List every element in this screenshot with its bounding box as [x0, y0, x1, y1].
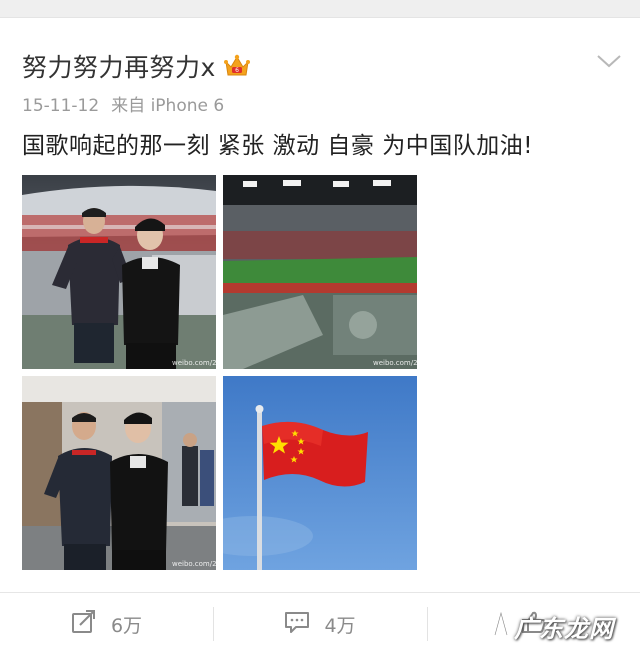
weibo-post-card[interactable]: 努力努力再努力x 6 15-11-12 来自 iPhone 6 国歌响起的那一刻 … — [0, 18, 640, 592]
crown-badge-icon[interactable]: 6 — [223, 54, 250, 78]
username[interactable]: 努力努力再努力x — [22, 48, 216, 84]
top-gap — [0, 0, 640, 18]
photo-1-watermark: weibo.com/270 — [172, 359, 216, 367]
watermark-text: 广东龙网 — [514, 613, 614, 643]
post-meta: 15-11-12 来自 iPhone 6 — [22, 91, 224, 116]
comment-count: 4万 — [324, 615, 356, 637]
photo-3[interactable]: weibo.com/270 — [22, 376, 216, 570]
repost-button[interactable]: 6万 — [0, 593, 213, 656]
chevron-down-icon[interactable] — [594, 50, 624, 72]
watermark-logo-icon — [492, 608, 510, 641]
photo-2[interactable]: weibo.com/270 — [223, 175, 417, 369]
comment-button[interactable]: 4万 — [213, 593, 427, 656]
repost-count: 6万 — [110, 615, 143, 637]
site-watermark: 广东龙网 — [492, 606, 640, 646]
photo-grid: weibo.com/270 weibo.com/270 — [22, 175, 417, 570]
post-date: 15-11-12 — [22, 96, 100, 116]
comment-icon — [284, 610, 310, 639]
repost-icon — [71, 610, 97, 639]
post-text: 国歌响起的那一刻 紧张 激动 自豪 为中国队加油! — [22, 133, 533, 159]
photo-3-watermark: weibo.com/270 — [172, 560, 216, 568]
svg-text:6: 6 — [235, 67, 239, 74]
photo-2-watermark: weibo.com/270 — [373, 359, 417, 367]
photo-1[interactable]: weibo.com/270 — [22, 175, 216, 369]
post-header: 努力努力再努力x 6 — [22, 48, 250, 84]
post-source[interactable]: 来自 iPhone 6 — [111, 96, 224, 116]
photo-4[interactable] — [223, 376, 417, 570]
